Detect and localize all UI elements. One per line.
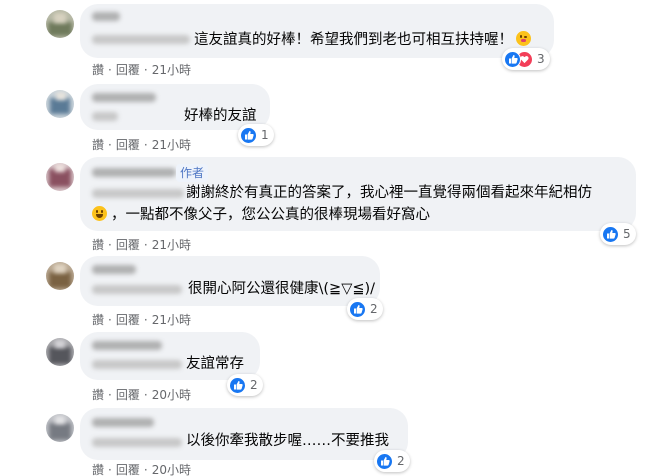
comment-bubble: 這友誼真的好棒！希望我們到老也可相互扶持喔！ xyxy=(80,4,554,58)
commenter-name[interactable] xyxy=(92,12,120,21)
reply-button[interactable]: 回覆 xyxy=(116,136,140,153)
grinning-sweat-face-icon xyxy=(92,206,107,221)
comment-bubble: 以後你牽我散步喔……不要推我 xyxy=(80,408,408,460)
avatar[interactable] xyxy=(46,338,74,366)
comment-actions: 讚 · 回覆 · 21小時 xyxy=(92,236,191,253)
comment-actions: 讚 · 回覆 · 20小時 xyxy=(92,461,191,476)
like-button[interactable]: 讚 xyxy=(92,61,104,78)
reaction-count: 1 xyxy=(261,128,269,142)
comment-actions: 讚 · 回覆 · 21小時 xyxy=(92,311,191,328)
comment-timestamp[interactable]: 21小時 xyxy=(152,311,191,328)
like-reaction-icon xyxy=(504,50,521,68)
avatar[interactable] xyxy=(46,90,74,118)
reply-button[interactable]: 回覆 xyxy=(116,311,140,328)
comment-timestamp[interactable]: 21小時 xyxy=(152,61,191,78)
reply-button[interactable]: 回覆 xyxy=(116,236,140,253)
commenter-name[interactable] xyxy=(92,341,162,350)
comment-actions: 讚 · 回覆 · 20小時 xyxy=(92,386,191,403)
like-reaction-icon xyxy=(602,225,619,243)
reaction-summary[interactable]: 2 xyxy=(227,374,263,396)
avatar[interactable] xyxy=(46,262,74,290)
avatar[interactable] xyxy=(46,414,74,442)
reaction-count: 2 xyxy=(250,378,258,392)
reaction-summary[interactable]: 2 xyxy=(374,450,410,472)
avatar[interactable] xyxy=(46,163,74,191)
reply-button[interactable]: 回覆 xyxy=(116,461,140,476)
comment-actions: 讚 · 回覆 · 21小時 xyxy=(92,61,191,78)
like-button[interactable]: 讚 xyxy=(92,386,104,403)
reaction-summary[interactable]: 1 xyxy=(238,124,274,146)
commenter-name[interactable] xyxy=(92,265,136,274)
avatar[interactable] xyxy=(46,10,74,38)
like-button[interactable]: 讚 xyxy=(92,236,104,253)
comment-text: 很開心阿公還很健康\(≧▽≦)/ xyxy=(188,281,376,297)
like-reaction-icon xyxy=(349,300,366,318)
comment-text: 這友誼真的好棒！希望我們到老也可相互扶持喔！ xyxy=(194,29,531,51)
comment-timestamp[interactable]: 20小時 xyxy=(152,386,191,403)
reaction-summary[interactable]: 2 xyxy=(347,298,383,320)
comment-text: 謝謝終於有真正的答案了，我心裡一直覺得兩個看起來年紀相仿 xyxy=(186,185,592,201)
winking-face-icon xyxy=(516,31,531,46)
commenter-name[interactable] xyxy=(92,93,156,102)
comment-bubble: 好棒的友誼 xyxy=(80,84,270,130)
comment-timestamp[interactable]: 20小時 xyxy=(152,461,191,476)
reaction-count: 2 xyxy=(397,454,405,468)
reply-button[interactable]: 回覆 xyxy=(116,386,140,403)
comment-timestamp[interactable]: 21小時 xyxy=(152,136,191,153)
like-reaction-icon xyxy=(229,376,246,394)
author-badge: 作者 xyxy=(176,164,209,182)
reaction-count: 5 xyxy=(623,227,631,241)
comment-bubble: 作者 謝謝終於有真正的答案了，我心裡一直覺得兩個看起來年紀相仿 ，一點都不像父子… xyxy=(80,157,636,231)
reaction-count: 2 xyxy=(370,302,378,316)
like-button[interactable]: 讚 xyxy=(92,311,104,328)
comment-bubble: 友誼常存 xyxy=(80,332,260,380)
comment-text: 友誼常存 xyxy=(186,356,244,372)
comment-timestamp[interactable]: 21小時 xyxy=(152,236,191,253)
comment-actions: 讚 · 回覆 · 21小時 xyxy=(92,136,191,153)
reply-button[interactable]: 回覆 xyxy=(116,61,140,78)
like-button[interactable]: 讚 xyxy=(92,461,104,476)
comment-bubble: 很開心阿公還很健康\(≧▽≦)/ xyxy=(80,256,380,306)
like-reaction-icon xyxy=(376,452,393,470)
like-reaction-icon xyxy=(240,126,257,144)
reaction-count: 3 xyxy=(537,52,545,66)
comment-text: 以後你牽我散步喔……不要推我 xyxy=(186,433,389,449)
commenter-name[interactable] xyxy=(92,168,176,177)
reaction-summary[interactable]: 3 xyxy=(502,48,550,70)
like-button[interactable]: 讚 xyxy=(92,136,104,153)
comment-text-line-2: ，一點都不像父子，您公公真的很棒現場看好窩心 xyxy=(92,204,430,226)
reaction-summary[interactable]: 5 xyxy=(600,223,636,245)
commenter-name[interactable] xyxy=(92,418,154,427)
